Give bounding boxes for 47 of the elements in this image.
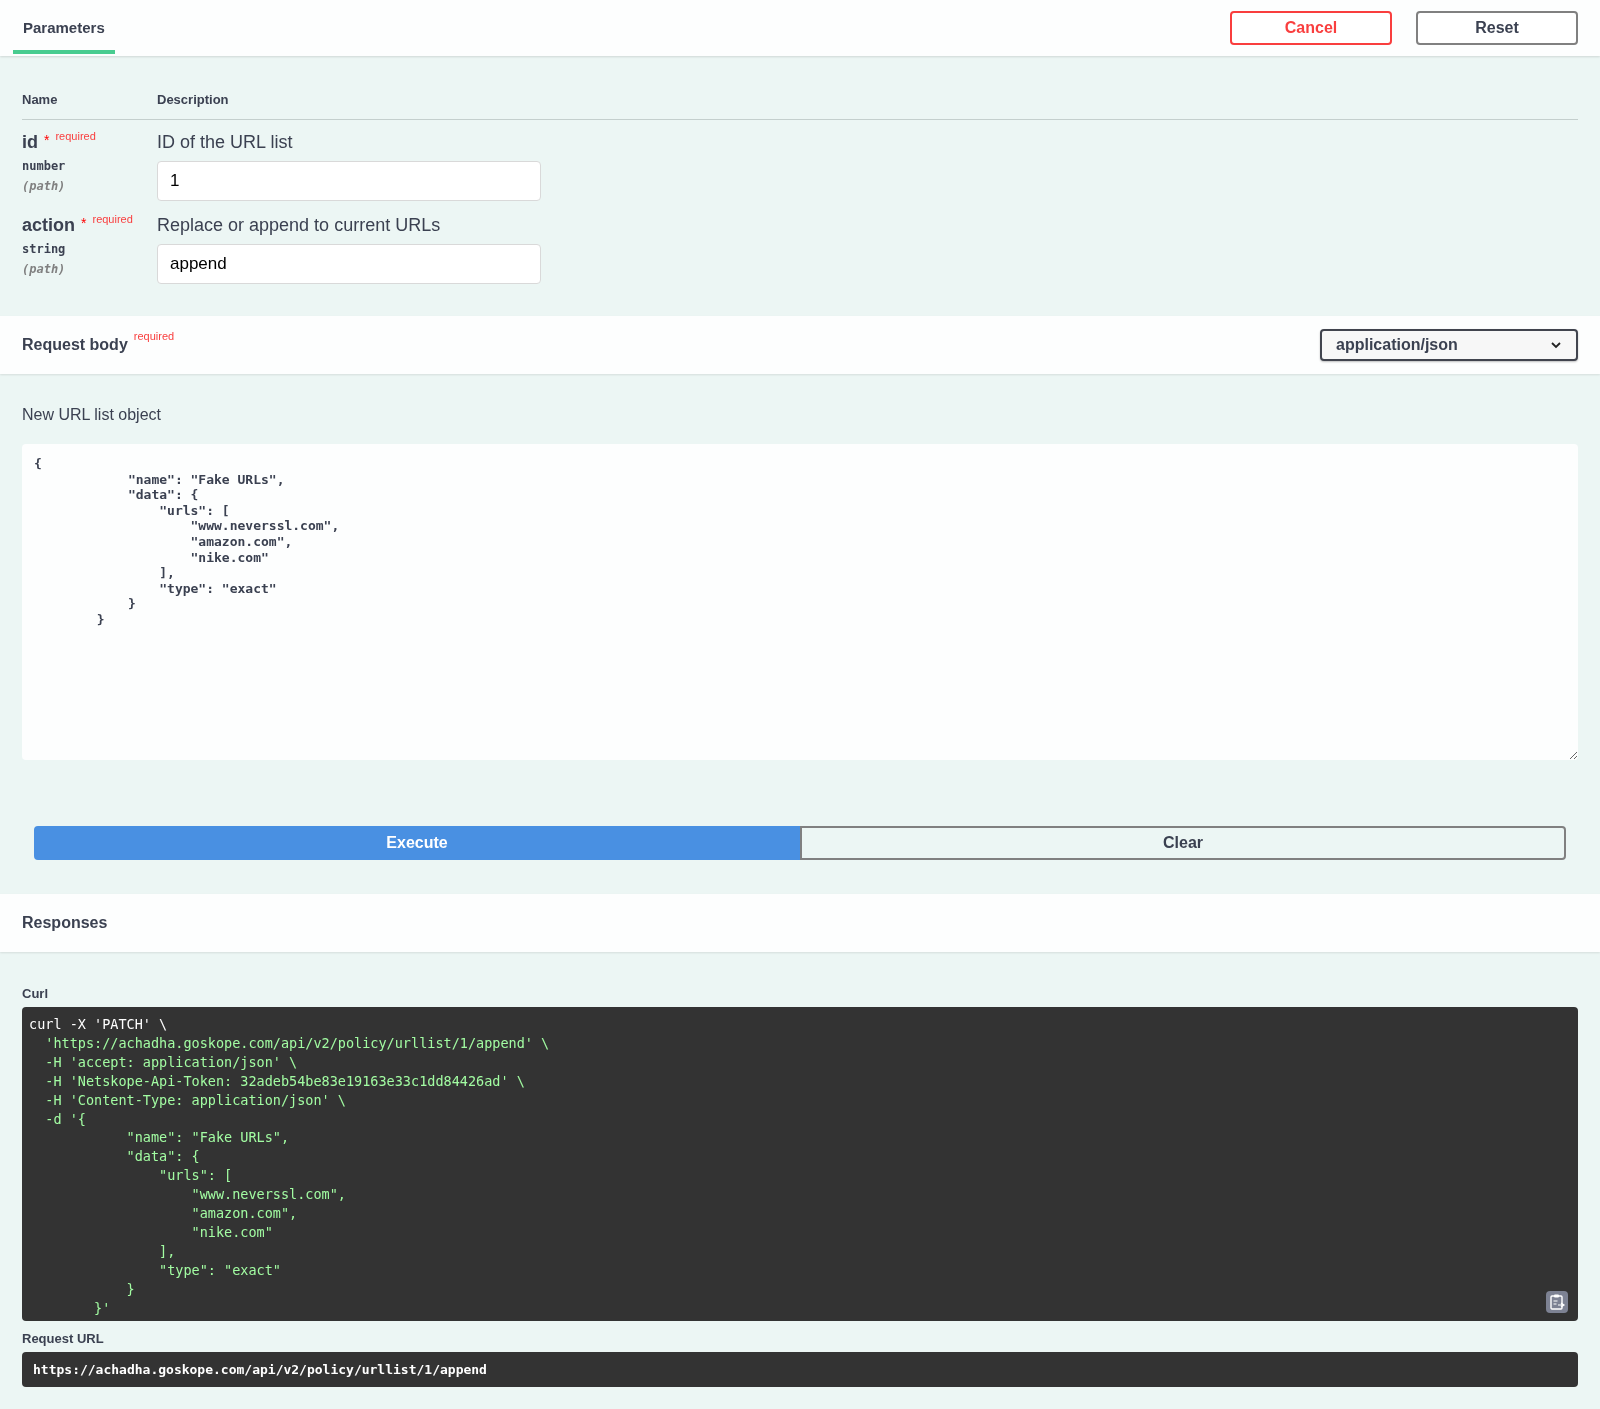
parameter-input[interactable]: append xyxy=(157,244,541,284)
code-line: "type": "exact" xyxy=(158,1260,281,1280)
content-type-select[interactable]: application/json xyxy=(1320,329,1578,361)
required-label: required xyxy=(55,130,96,142)
column-header: Description xyxy=(157,92,230,107)
section-title: Responses xyxy=(22,914,108,932)
parameter-description: ID of the URL list xyxy=(157,132,294,153)
clear-button[interactable]: Clear xyxy=(800,826,1566,860)
code-line: "amazon.com", xyxy=(190,1204,298,1223)
required-label: required xyxy=(92,213,133,225)
parameter-location: (path) xyxy=(22,179,67,193)
chevron-down-icon xyxy=(1550,341,1562,349)
parameter-type: number xyxy=(22,159,67,173)
code-line: "name": "Fake URLs", xyxy=(125,1128,290,1148)
code-line: -H 'Content-Type: application/json' \ xyxy=(44,1090,346,1110)
section-title: Request body xyxy=(22,336,128,354)
code-line: -H 'Netskope-Api-Token: 32adeb54be83e19163e33c1dd84426ad' \ xyxy=(44,1071,525,1091)
required-label: required xyxy=(133,330,175,342)
required-indicator: * xyxy=(81,215,87,231)
body-description: New URL list object xyxy=(22,406,162,424)
parameter-type: string xyxy=(22,242,67,256)
cancel-button[interactable]: Cancel xyxy=(1230,11,1392,45)
code-line: "nike.com" xyxy=(190,1222,273,1242)
column-header: Name xyxy=(22,92,59,107)
parameter-input[interactable]: 1 xyxy=(157,161,541,201)
code-line: } xyxy=(125,1279,135,1299)
code-line: 'https://achadha.goskope.com/api/v2/policy/urllist/1/append' \ xyxy=(44,1033,550,1053)
code-line: "www.neverssl.com", xyxy=(190,1185,346,1205)
reset-button[interactable]: Reset xyxy=(1416,11,1578,45)
request-body-editor[interactable]: { "name": "Fake URLs", "data": { "urls": [ "www.neverssl.com", "amazon.com", "nike.com" ], "type": "exact" } } xyxy=(22,444,1578,760)
clipboard-icon[interactable] xyxy=(1546,1291,1568,1313)
code-line: ], xyxy=(158,1241,176,1261)
request-url-value: https://achadha.goskope.com/api/v2/policy/urllist/1/append xyxy=(22,1352,1578,1387)
parameter-location: (path) xyxy=(22,262,67,276)
curl-label: Curl xyxy=(22,986,49,1001)
code-line: -H 'accept: application/json' \ xyxy=(44,1052,298,1072)
parameter-name: action xyxy=(22,215,75,236)
parameter-name: id xyxy=(22,132,38,153)
code-line: curl -X 'PATCH' \ xyxy=(29,1015,168,1034)
code-line: "data": { xyxy=(125,1147,200,1167)
code-line: -d '{ xyxy=(44,1109,86,1129)
required-indicator: * xyxy=(44,132,50,148)
parameter-description: Replace or append to current URLs xyxy=(157,215,442,236)
request-url-label: Request URL xyxy=(22,1331,105,1346)
parameters-tab[interactable]: Parameters xyxy=(13,19,115,54)
code-line: }' xyxy=(93,1298,111,1318)
code-line: "urls": [ xyxy=(158,1166,233,1186)
